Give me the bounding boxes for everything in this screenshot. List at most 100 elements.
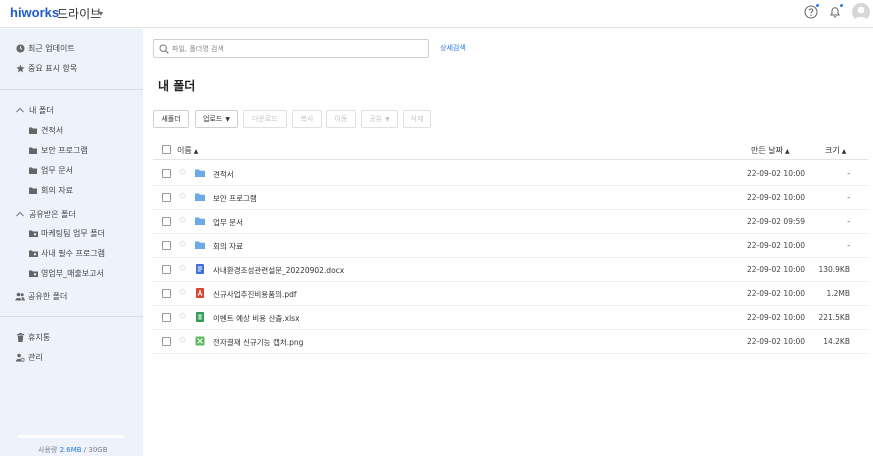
xlsx-file-icon xyxy=(196,312,204,322)
file-name[interactable]: 이벤트 예상 비용 산출.xlsx xyxy=(213,313,300,324)
folder-icon xyxy=(29,187,37,194)
sidebar-item-trash[interactable]: 휴지통 xyxy=(0,331,143,345)
folder-icon xyxy=(195,241,205,249)
file-row[interactable]: ☆ 이벤트 예상 비용 산출.xlsx 22-09-02 10:00 221.5… xyxy=(153,306,868,330)
file-size: - xyxy=(847,217,850,226)
sidebar-item-label: 관리 xyxy=(28,353,43,362)
star-toggle-icon[interactable]: ☆ xyxy=(178,264,187,274)
sidebar-item-label: 중요 표시 항목 xyxy=(28,64,78,73)
search-icon xyxy=(159,44,169,54)
delete-button[interactable]: 삭제 xyxy=(403,110,431,128)
page-title: 내 폴더 xyxy=(158,79,196,93)
star-toggle-icon[interactable]: ☆ xyxy=(178,216,187,226)
move-button[interactable]: 이동 xyxy=(326,110,356,128)
column-header-modified[interactable]: 만든 날짜 ▲ xyxy=(751,145,790,156)
file-date: 22-09-02 10:00 xyxy=(747,265,806,274)
sidebar-folder-item[interactable]: 보안 프로그램 xyxy=(0,144,143,158)
star-toggle-icon[interactable]: ☆ xyxy=(178,192,187,202)
hiworks-logo[interactable]: hiworks xyxy=(10,5,59,20)
file-size: 14.2KB xyxy=(823,337,850,346)
row-checkbox[interactable] xyxy=(162,337,171,346)
file-name[interactable]: 신규사업추진비용품의.pdf xyxy=(213,289,297,300)
column-header-size[interactable]: 크기 ▲ xyxy=(825,145,846,156)
file-row[interactable]: ☆ 업무 문서 22-09-02 09:59 - xyxy=(153,210,868,234)
row-checkbox[interactable] xyxy=(162,217,171,226)
file-name[interactable]: 전자결재 신규기능 캡처.png xyxy=(213,337,303,348)
file-name[interactable]: 보안 프로그램 xyxy=(213,193,257,204)
sidebar-item-starred[interactable]: 중요 표시 항목 xyxy=(0,62,143,76)
folder-icon xyxy=(195,217,205,225)
column-header-name[interactable]: 이름 ▲ xyxy=(177,145,198,156)
sidebar-folder-item[interactable]: 업무 문서 xyxy=(0,164,143,178)
file-row[interactable]: ☆ 신규사업추진비용품의.pdf 22-09-02 10:00 1.2MB xyxy=(153,282,868,306)
sidebar-section-my-folder[interactable]: 내 폴더 xyxy=(0,104,143,118)
help-notification-dot xyxy=(816,4,819,7)
row-checkbox[interactable] xyxy=(162,313,171,322)
app-title[interactable]: 드라이브 xyxy=(57,5,101,22)
row-checkbox[interactable] xyxy=(162,193,171,202)
folder-icon xyxy=(29,167,37,174)
sidebar-folder-label: 견적서 xyxy=(41,126,64,135)
folder-icon xyxy=(29,127,37,134)
sort-caret-icon: ▲ xyxy=(784,148,790,155)
file-row[interactable]: ☆ 견적서 22-09-02 10:00 - xyxy=(153,162,868,186)
file-date: 22-09-02 10:00 xyxy=(747,337,806,346)
file-size: 221.5KB xyxy=(818,313,850,322)
sidebar-section-label: 내 폴더 xyxy=(29,106,54,115)
row-checkbox[interactable] xyxy=(162,241,171,250)
file-name[interactable]: 회의 자료 xyxy=(213,241,243,252)
search-input[interactable] xyxy=(172,43,422,55)
sidebar-item-shared-folder[interactable]: 공유한 폴더 xyxy=(0,290,143,304)
sidebar-folder-item[interactable]: 사내 필수 프로그램 xyxy=(0,247,143,261)
avatar[interactable] xyxy=(852,3,870,21)
star-toggle-icon[interactable]: ☆ xyxy=(178,288,187,298)
row-checkbox[interactable] xyxy=(162,289,171,298)
sidebar-folder-label: 영업부_매출보고서 xyxy=(41,269,104,278)
sidebar-folder-item[interactable]: 견적서 xyxy=(0,124,143,138)
file-row[interactable]: ☆ 회의 자료 22-09-02 10:00 - xyxy=(153,234,868,258)
file-row[interactable]: ☆ 보안 프로그램 22-09-02 10:00 - xyxy=(153,186,868,210)
storage-used-value: 2.6MB xyxy=(59,446,82,454)
copy-button[interactable]: 복사 xyxy=(292,110,322,128)
pdf-file-icon xyxy=(196,288,204,298)
sidebar-item-label: 공유한 폴더 xyxy=(28,292,68,301)
sidebar-item-label: 최근 업데이트 xyxy=(28,44,75,53)
file-name[interactable]: 업무 문서 xyxy=(213,217,243,228)
star-icon xyxy=(16,64,25,73)
image-file-icon xyxy=(195,336,205,346)
star-toggle-icon[interactable]: ☆ xyxy=(178,336,187,346)
star-toggle-icon[interactable]: ☆ xyxy=(178,312,187,322)
sidebar-folder-item[interactable]: 회의 자료 xyxy=(0,184,143,198)
folder-icon xyxy=(195,169,205,177)
select-all-checkbox[interactable] xyxy=(162,145,171,154)
file-name[interactable]: 견적서 xyxy=(213,169,234,180)
app-switcher-caret[interactable]: ▾ xyxy=(99,9,103,18)
shared-folder-icon xyxy=(29,270,38,277)
star-toggle-icon[interactable]: ☆ xyxy=(178,240,187,250)
share-button[interactable]: 공유 ▼ xyxy=(361,110,398,128)
file-name[interactable]: 사내환경조성관련설문_20220902.docx xyxy=(213,265,344,276)
download-button[interactable]: 다운로드 xyxy=(243,110,287,128)
sidebar-item-recent-updates[interactable]: 최근 업데이트 xyxy=(0,42,143,56)
row-checkbox[interactable] xyxy=(162,265,171,274)
file-size: 130.9KB xyxy=(818,265,850,274)
sidebar-folder-item[interactable]: 마케팅팀 업무 폴더 xyxy=(0,227,143,241)
sidebar-section-shared-received[interactable]: 공유받은 폴더 xyxy=(0,208,143,222)
upload-button[interactable]: 업로드 ▼ xyxy=(195,110,238,128)
docx-file-icon xyxy=(196,264,204,274)
row-checkbox[interactable] xyxy=(162,169,171,178)
star-toggle-icon[interactable]: ☆ xyxy=(178,168,187,178)
bell-notification-dot xyxy=(840,4,843,7)
new-folder-button[interactable]: 새폴더 xyxy=(153,110,189,128)
file-row[interactable]: ☆ 사내환경조성관련설문_20220902.docx 22-09-02 10:0… xyxy=(153,258,868,282)
advanced-search-link[interactable]: 상세검색 xyxy=(440,43,466,53)
sidebar-folder-item[interactable]: 영업부_매출보고서 xyxy=(0,267,143,281)
admin-user-icon xyxy=(15,353,25,362)
sidebar-item-label: 휴지통 xyxy=(28,333,51,342)
bell-icon[interactable] xyxy=(828,5,842,19)
help-icon[interactable] xyxy=(804,5,818,19)
file-row[interactable]: ☆ 전자결재 신규기능 캡처.png 22-09-02 10:00 14.2KB xyxy=(153,330,868,354)
file-size: - xyxy=(847,169,850,178)
sidebar-item-admin[interactable]: 관리 xyxy=(0,351,143,365)
storage-total-value: / 30GB xyxy=(83,446,108,454)
